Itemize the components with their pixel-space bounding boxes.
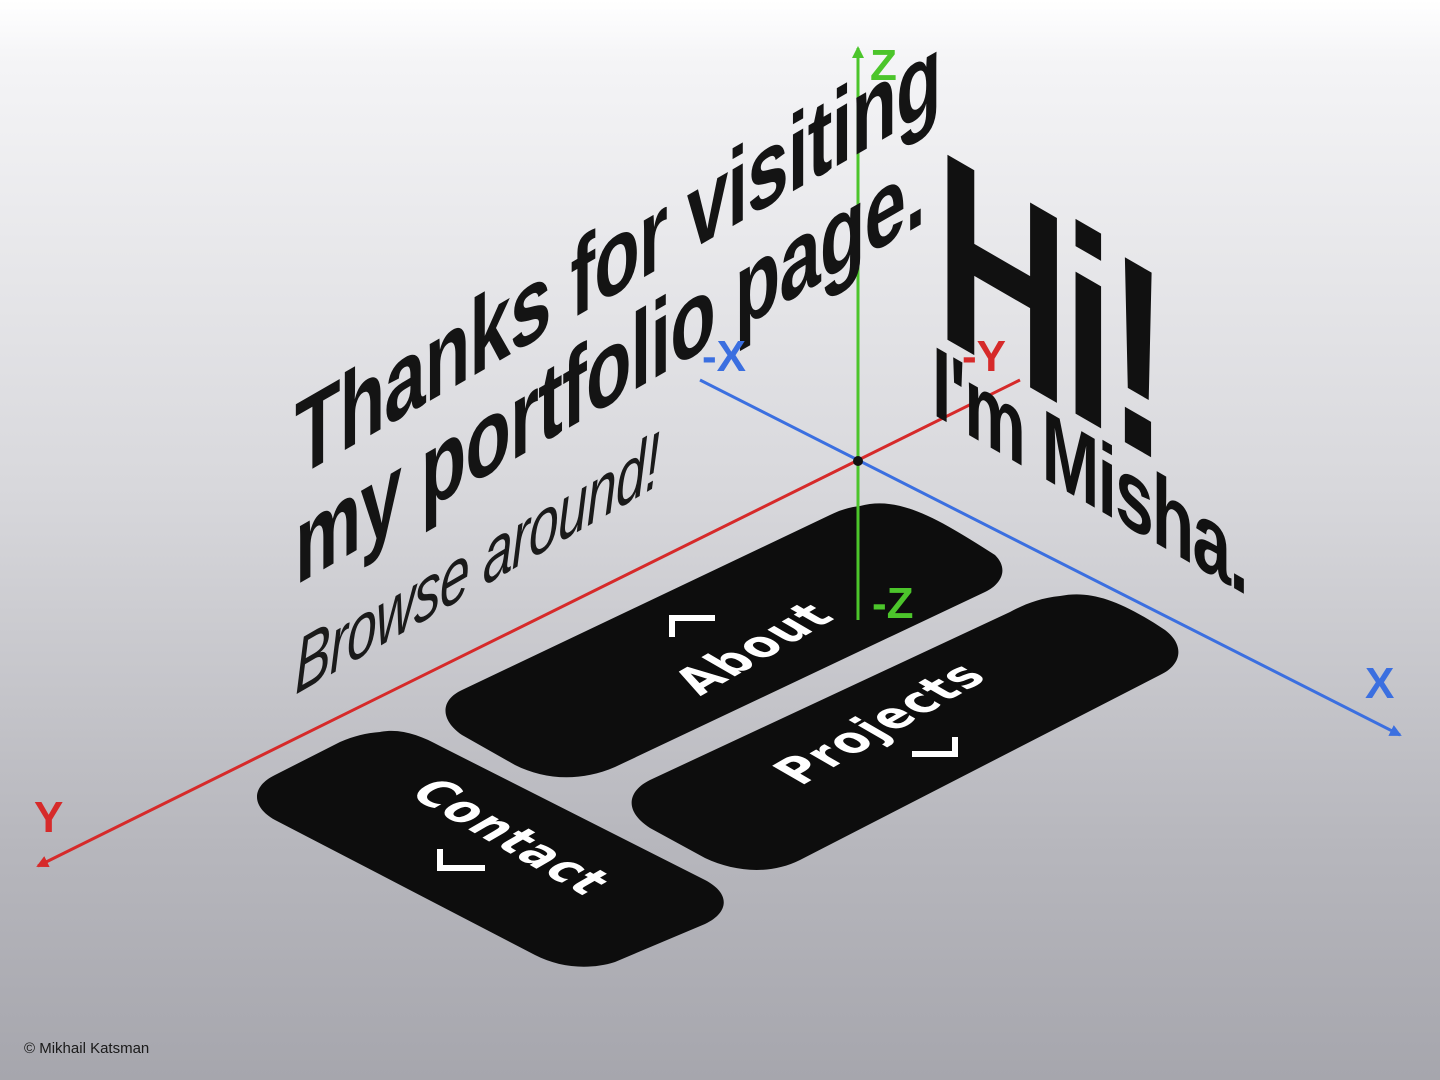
origin-point xyxy=(853,456,863,466)
neg-z-axis-label: -Z xyxy=(872,579,914,628)
iso-portfolio-scene: About Projects Contact Thanks for visiti… xyxy=(0,0,1440,1080)
x-axis-label: X xyxy=(1365,659,1395,708)
z-axis-label: Z xyxy=(870,41,897,90)
neg-y-axis-label: -Y xyxy=(962,332,1006,381)
copyright-text: © Mikhail Katsman xyxy=(24,1040,150,1057)
y-axis-label: Y xyxy=(34,793,64,842)
neg-x-axis-label: -X xyxy=(702,332,746,381)
contact-button[interactable]: Contact xyxy=(256,730,724,967)
